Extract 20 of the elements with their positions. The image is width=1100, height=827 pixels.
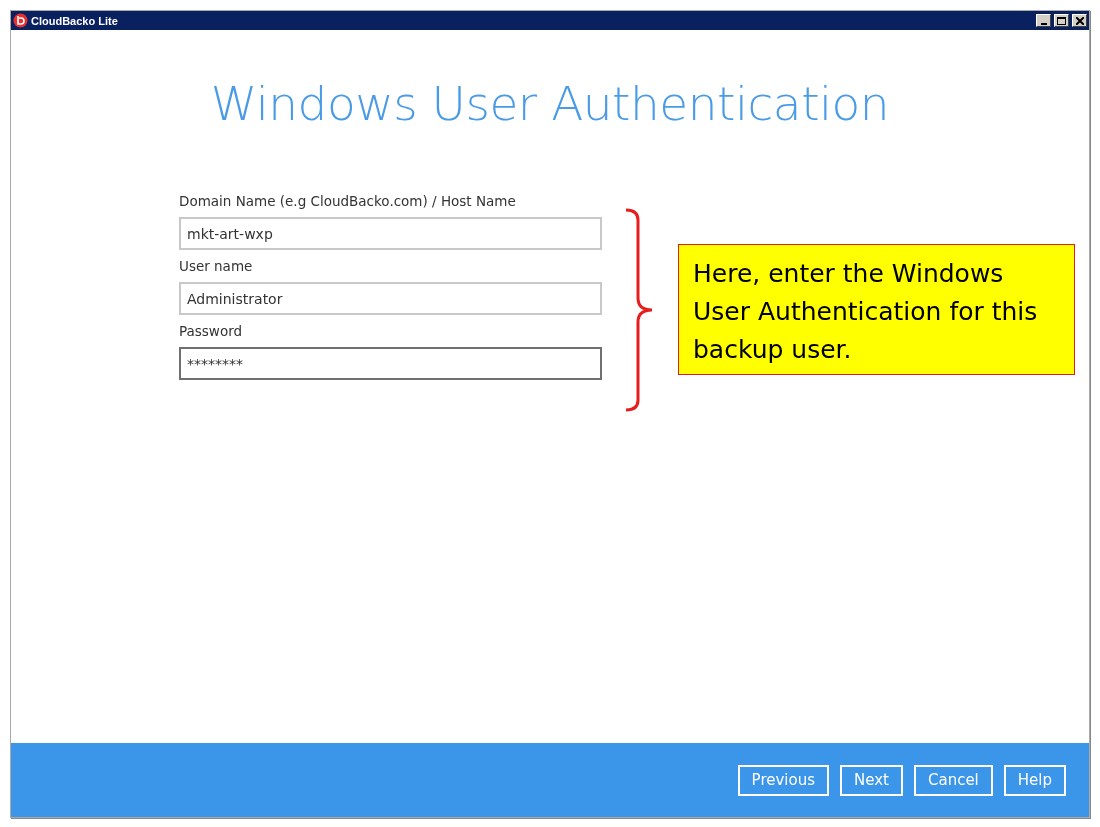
- page-heading: Windows User Authentication: [209, 76, 891, 131]
- annotation-callout: Here, enter the Windows User Authentication for this backup user.: [678, 244, 1075, 375]
- field-label: Domain Name (e.g CloudBacko.com) / Host Name: [179, 193, 517, 209]
- close-icon: [1075, 16, 1084, 25]
- minimize-icon: [1040, 22, 1047, 25]
- footer-button[interactable]: Next: [840, 764, 903, 796]
- field-label: User name: [179, 258, 254, 274]
- maximize-button[interactable]: [1054, 14, 1069, 27]
- maximize-icon: [1057, 16, 1066, 25]
- minimize-button[interactable]: [1036, 14, 1051, 27]
- footer-button[interactable]: Help: [1003, 764, 1066, 796]
- field-label: Password: [179, 323, 244, 339]
- input-field[interactable]: ********: [179, 347, 602, 380]
- footer-button[interactable]: Previous: [737, 764, 829, 796]
- window-title: CloudBacko Lite: [31, 14, 119, 27]
- app-logo-icon: [13, 13, 28, 28]
- input-field[interactable]: Administrator: [179, 282, 602, 315]
- close-button[interactable]: [1072, 14, 1087, 27]
- input-field[interactable]: mkt-art-wxp: [179, 217, 602, 250]
- footer-button[interactable]: Cancel: [913, 764, 993, 796]
